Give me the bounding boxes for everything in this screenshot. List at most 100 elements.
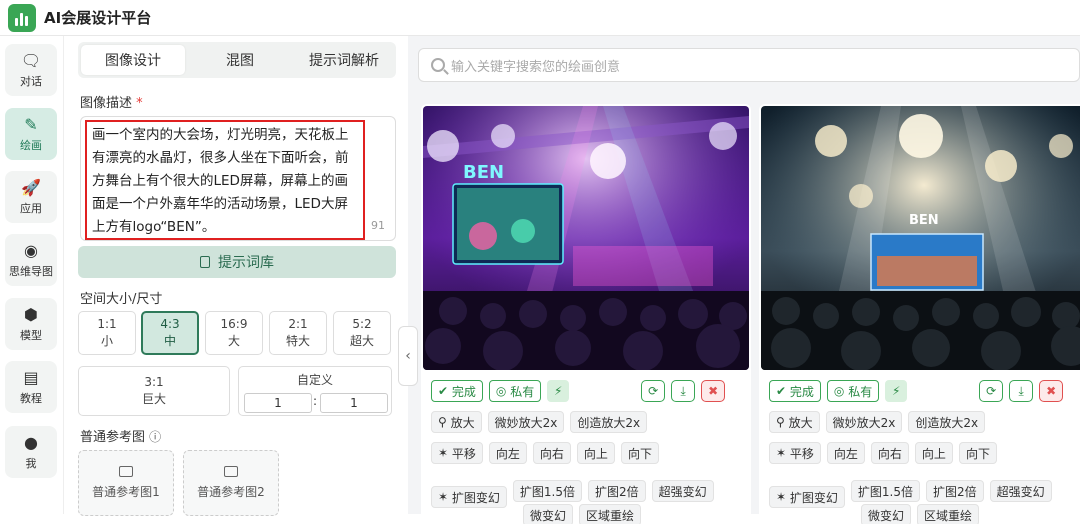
subtle-vary-button[interactable]: 微变幻: [523, 504, 574, 524]
upscale-button[interactable]: ⚲ 放大: [431, 411, 482, 433]
search-bar[interactable]: 输入关键字搜索您的绘画创意: [418, 48, 1080, 82]
region-redraw-button[interactable]: 区域重绘: [579, 504, 642, 524]
delete-icon[interactable]: ✖: [701, 380, 726, 402]
nav-tutorial[interactable]: ▤ 教程: [5, 361, 57, 413]
refresh-icon[interactable]: ⟳: [979, 380, 1004, 402]
generated-image-2[interactable]: BEN: [761, 106, 1080, 370]
reference-image-1[interactable]: 普通参考图1: [78, 450, 174, 516]
outpaint-row: ✶ 扩图变幻 扩图1.5倍 扩图2倍 超强变幻: [431, 474, 714, 508]
creative-upscale-button[interactable]: 创造放大2x: [570, 411, 648, 433]
size-1-1[interactable]: 1:1 小: [78, 311, 136, 355]
refresh-icon[interactable]: ⟳: [641, 380, 666, 402]
reference-label: 普通参考图1: [92, 485, 160, 499]
cube-icon: ⬢: [24, 304, 38, 324]
nav-me[interactable]: ● 我: [5, 426, 57, 478]
info-icon[interactable]: ⓘ: [149, 430, 161, 444]
card-actions: ✔ 完成 ◎ 私有 ⚡ ⟳ ⤓ ✖: [769, 380, 1064, 402]
outpaint-1-5x-button[interactable]: 扩图1.5倍: [850, 480, 920, 502]
tab-image-design[interactable]: 图像设计: [81, 45, 185, 75]
prompt-library-button[interactable]: 提示词库: [78, 246, 396, 278]
eye-off-icon: ◎: [495, 384, 511, 398]
screen-logo-text: BEN: [463, 162, 504, 183]
pan-right-button[interactable]: 向右: [532, 442, 571, 464]
creative-upscale-button[interactable]: 创造放大2x: [908, 411, 986, 433]
tab-prompt-parse[interactable]: 提示词解析: [292, 42, 396, 78]
nav-label: 思维导图: [9, 264, 53, 278]
upscale-label: 放大: [788, 415, 813, 430]
download-icon[interactable]: ⤓: [1009, 380, 1034, 402]
reference-label-text: 普通参考图: [80, 430, 146, 445]
lightning-icon[interactable]: ⚡: [885, 380, 908, 402]
gallery-area: 输入关键字搜索您的绘画创意 BEN ✔ 完成 ◎ 私有 ⚡ ⟳ ⤓ ✖ ⚲ 放大…: [408, 36, 1080, 524]
wand-icon: ✶: [776, 446, 790, 460]
region-redraw-button[interactable]: 区域重绘: [917, 504, 980, 524]
delete-icon[interactable]: ✖: [1039, 380, 1064, 402]
size-5-2[interactable]: 5:2 超大: [333, 311, 391, 355]
outpaint-vary-button[interactable]: ✶ 扩图变幻: [769, 486, 845, 508]
brush-icon: ✎: [24, 114, 38, 134]
pan-label: 平移: [451, 446, 476, 461]
privacy-toggle[interactable]: ◎ 私有: [826, 380, 880, 402]
book-icon: ▤: [23, 367, 39, 387]
rocket-icon: 🚀: [21, 177, 41, 197]
nav-label: 应用: [20, 201, 42, 215]
nav-draw[interactable]: ✎ 绘画: [5, 108, 57, 160]
privacy-label: 私有: [848, 384, 873, 399]
outpaint-vary-button[interactable]: ✶ 扩图变幻: [431, 486, 507, 508]
size-3-1[interactable]: 3:1 巨大: [78, 366, 230, 416]
size-ratio: 2:1: [288, 317, 308, 331]
size-4-3[interactable]: 4:3 中: [141, 311, 199, 355]
collapse-panel-button[interactable]: ‹: [398, 326, 418, 386]
tab-blend[interactable]: 混图: [188, 42, 292, 78]
description-text[interactable]: 画一个室内的大会场，灯光明亮，天花板上有漂亮的水晶灯，很多人坐在下面听会，前方舞…: [85, 120, 365, 240]
nav-chat[interactable]: 🗨 对话: [5, 44, 57, 96]
outpaint-2x-button[interactable]: 扩图2倍: [587, 480, 646, 502]
user-icon: ●: [24, 432, 38, 452]
size-name: 超大: [349, 334, 374, 348]
size-2-1[interactable]: 2:1 特大: [269, 311, 327, 355]
subtle-upscale-button[interactable]: 微妙放大2x: [825, 411, 903, 433]
upscale-row: ⚲ 放大 微妙放大2x 创造放大2x: [769, 411, 986, 433]
pan-left-button[interactable]: 向左: [826, 442, 865, 464]
pan-up-button[interactable]: 向上: [576, 442, 615, 464]
upscale-label: 放大: [450, 415, 475, 430]
pan-left-button[interactable]: 向左: [488, 442, 527, 464]
pan-button[interactable]: ✶ 平移: [769, 442, 821, 464]
subtle-upscale-button[interactable]: 微妙放大2x: [487, 411, 565, 433]
pan-down-button[interactable]: 向下: [958, 442, 997, 464]
strong-vary-button[interactable]: 超强变幻: [989, 480, 1052, 502]
size-name: 中: [163, 334, 176, 348]
reference-image-2[interactable]: 普通参考图2: [183, 450, 279, 516]
custom-height-input[interactable]: 1: [320, 393, 388, 413]
design-panel: 图像设计 混图 提示词解析 图像描述 * 画一个室内的大会场，灯光明亮，天花板上…: [70, 36, 405, 516]
generated-image-1[interactable]: BEN: [423, 106, 749, 370]
upscale-button[interactable]: ⚲ 放大: [769, 411, 820, 433]
outpaint-2x-button[interactable]: 扩图2倍: [925, 480, 984, 502]
size-name: 特大: [285, 334, 310, 348]
size-16-9[interactable]: 16:9 大: [205, 311, 263, 355]
search-placeholder: 输入关键字搜索您的绘画创意: [451, 59, 621, 75]
outpaint-label: 扩图变幻: [789, 490, 838, 505]
description-textarea[interactable]: 画一个室内的大会场，灯光明亮，天花板上有漂亮的水晶灯，很多人坐在下面听会，前方舞…: [80, 116, 396, 241]
nav-apps[interactable]: 🚀 应用: [5, 171, 57, 223]
status-label: 完成: [451, 384, 476, 399]
char-counter: 91: [371, 219, 385, 232]
outpaint-1-5x-button[interactable]: 扩图1.5倍: [512, 480, 582, 502]
subtle-vary-button[interactable]: 微变幻: [861, 504, 912, 524]
download-icon[interactable]: ⤓: [671, 380, 696, 402]
app-logo-icon: [8, 3, 36, 32]
left-nav: 🗨 对话 ✎ 绘画 🚀 应用 ◉ 思维导图 ⬢ 模型 ▤ 教程 ● 我: [0, 36, 64, 514]
size-label: 空间大小/尺寸: [80, 292, 163, 307]
eye-off-icon: ◎: [833, 384, 849, 398]
privacy-toggle[interactable]: ◎ 私有: [488, 380, 542, 402]
strong-vary-button[interactable]: 超强变幻: [651, 480, 714, 502]
status-badge: ✔ 完成: [431, 380, 483, 402]
pan-right-button[interactable]: 向右: [870, 442, 909, 464]
pan-down-button[interactable]: 向下: [620, 442, 659, 464]
nav-mindmap[interactable]: ◉ 思维导图: [5, 234, 57, 286]
pan-button[interactable]: ✶ 平移: [431, 442, 483, 464]
lightning-icon[interactable]: ⚡: [547, 380, 570, 402]
custom-width-input[interactable]: 1: [244, 393, 312, 413]
nav-model[interactable]: ⬢ 模型: [5, 298, 57, 350]
pan-up-button[interactable]: 向上: [914, 442, 953, 464]
